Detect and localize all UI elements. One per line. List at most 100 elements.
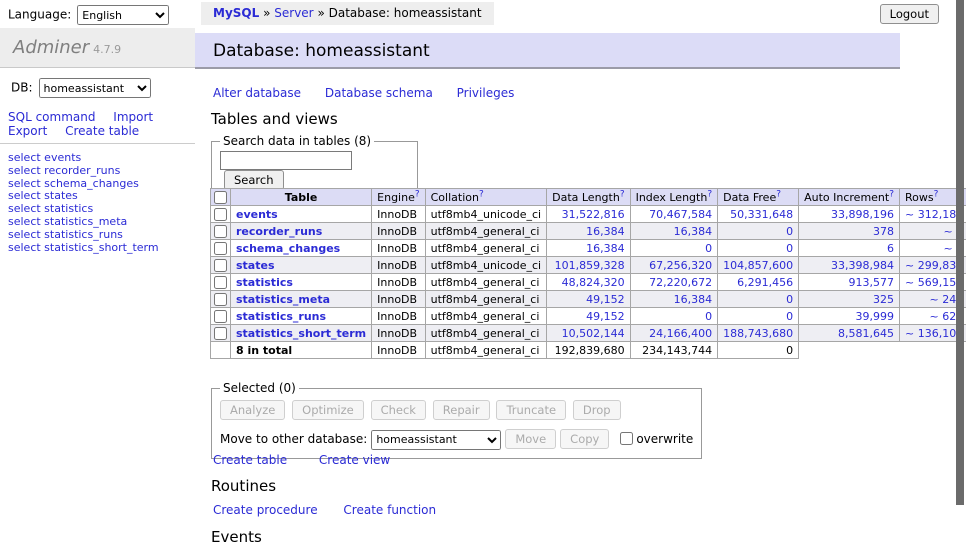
repair-button[interactable]: Repair bbox=[433, 400, 490, 420]
create-procedure-link[interactable]: Create procedure bbox=[213, 503, 318, 517]
index-length-value[interactable]: 67,256,320 bbox=[630, 257, 718, 274]
create-function-link[interactable]: Create function bbox=[343, 503, 436, 517]
table-name-link[interactable]: statistics_runs bbox=[236, 310, 326, 323]
table-name-link[interactable]: statistics_short_term bbox=[236, 327, 366, 340]
data-free-value[interactable]: 50,331,648 bbox=[718, 206, 799, 223]
row-checkbox[interactable] bbox=[214, 276, 227, 289]
search-input[interactable] bbox=[220, 151, 352, 170]
export-link[interactable]: Export bbox=[8, 124, 47, 138]
sidebar-select-schema-changes-link[interactable]: select schema_changes bbox=[8, 177, 139, 190]
privileges-link[interactable]: Privileges bbox=[457, 86, 515, 100]
auto-increment-value[interactable]: 378 bbox=[799, 223, 900, 240]
data-free-value[interactable]: 188,743,680 bbox=[718, 325, 799, 342]
data-free-value[interactable]: 0 bbox=[718, 308, 799, 325]
language-row: Language:English bbox=[8, 5, 169, 25]
auto-increment-value[interactable]: 913,577 bbox=[799, 274, 900, 291]
table-name-link[interactable]: statistics bbox=[236, 276, 293, 289]
db-select[interactable]: homeassistant bbox=[39, 78, 151, 98]
copy-button[interactable]: Copy bbox=[560, 429, 609, 449]
row-checkbox[interactable] bbox=[214, 293, 227, 306]
help-icon[interactable]: ? bbox=[707, 189, 712, 199]
column-header-engine: Engine? bbox=[372, 189, 425, 206]
selected-legend: Selected (0) bbox=[220, 381, 299, 395]
data-free-value[interactable]: 0 bbox=[718, 223, 799, 240]
analyze-button[interactable]: Analyze bbox=[220, 400, 285, 420]
table-total-row: 8 in total InnoDB utf8mb4_general_ci 192… bbox=[211, 342, 966, 359]
auto-increment-value[interactable]: 39,999 bbox=[799, 308, 900, 325]
auto-increment-value[interactable]: 8,581,645 bbox=[799, 325, 900, 342]
alter-database-link[interactable]: Alter database bbox=[213, 86, 301, 100]
sidebar-select-statistics-runs-link[interactable]: select statistics_runs bbox=[8, 228, 123, 241]
data-length-value[interactable]: 48,824,320 bbox=[547, 274, 630, 291]
index-length-value[interactable]: 0 bbox=[630, 240, 718, 257]
row-checkbox[interactable] bbox=[214, 259, 227, 272]
index-length-value[interactable]: 70,467,584 bbox=[630, 206, 718, 223]
database-schema-link[interactable]: Database schema bbox=[325, 86, 433, 100]
vertical-scrollbar-thumb[interactable] bbox=[956, 0, 964, 505]
table-name-link[interactable]: events bbox=[236, 208, 278, 221]
row-checkbox[interactable] bbox=[214, 310, 227, 323]
collation-cell: utf8mb4_general_ci bbox=[425, 274, 546, 291]
optimize-button[interactable]: Optimize bbox=[292, 400, 364, 420]
help-icon[interactable]: ? bbox=[415, 189, 420, 199]
drop-button[interactable]: Drop bbox=[573, 400, 621, 420]
help-icon[interactable]: ? bbox=[889, 189, 894, 199]
help-icon[interactable]: ? bbox=[479, 189, 484, 199]
data-length-value[interactable]: 31,522,816 bbox=[547, 206, 630, 223]
row-checkbox[interactable] bbox=[214, 242, 227, 255]
sidebar-select-events-link[interactable]: select events bbox=[8, 151, 81, 164]
create-table-sidebar-link[interactable]: Create table bbox=[65, 124, 139, 138]
row-checkbox[interactable] bbox=[214, 225, 227, 238]
index-length-value[interactable]: 0 bbox=[630, 308, 718, 325]
move-button[interactable]: Move bbox=[505, 429, 556, 449]
engine-cell: InnoDB bbox=[372, 325, 425, 342]
data-free-value[interactable]: 0 bbox=[718, 240, 799, 257]
select-all-checkbox[interactable] bbox=[214, 191, 227, 204]
sidebar-select-statistics-link[interactable]: select statistics bbox=[8, 202, 93, 215]
help-icon[interactable]: ? bbox=[934, 189, 939, 199]
index-length-value[interactable]: 24,166,400 bbox=[630, 325, 718, 342]
data-free-value[interactable]: 104,857,600 bbox=[718, 257, 799, 274]
table-name-link[interactable]: schema_changes bbox=[236, 242, 340, 255]
sidebar-select-recorder-runs-link[interactable]: select recorder_runs bbox=[8, 164, 120, 177]
table-name-link[interactable]: recorder_runs bbox=[236, 225, 322, 238]
sidebar-select-statistics-meta-link[interactable]: select statistics_meta bbox=[8, 215, 127, 228]
logout-button[interactable]: Logout bbox=[880, 4, 939, 24]
sidebar-select-states-link[interactable]: select states bbox=[8, 189, 78, 202]
data-length-value[interactable]: 10,502,144 bbox=[547, 325, 630, 342]
language-select[interactable]: English bbox=[77, 5, 169, 25]
data-free-value[interactable]: 6,291,456 bbox=[718, 274, 799, 291]
help-icon[interactable]: ? bbox=[620, 189, 625, 199]
adminer-logo-box: Adminer4.7.9 bbox=[0, 28, 195, 68]
create-view-link[interactable]: Create view bbox=[319, 453, 390, 467]
index-length-value[interactable]: 72,220,672 bbox=[630, 274, 718, 291]
table-name-link[interactable]: states bbox=[236, 259, 275, 272]
data-length-value[interactable]: 49,152 bbox=[547, 291, 630, 308]
row-checkbox[interactable] bbox=[214, 208, 227, 221]
truncate-button[interactable]: Truncate bbox=[496, 400, 566, 420]
data-free-value[interactable]: 0 bbox=[718, 291, 799, 308]
index-length-value[interactable]: 16,384 bbox=[630, 223, 718, 240]
breadcrumb-mysql-link[interactable]: MySQL bbox=[213, 6, 259, 20]
auto-increment-value[interactable]: 33,898,196 bbox=[799, 206, 900, 223]
auto-increment-value[interactable]: 325 bbox=[799, 291, 900, 308]
auto-increment-value[interactable]: 6 bbox=[799, 240, 900, 257]
data-length-value[interactable]: 16,384 bbox=[547, 223, 630, 240]
import-link[interactable]: Import bbox=[113, 110, 153, 124]
index-length-value[interactable]: 16,384 bbox=[630, 291, 718, 308]
data-length-value[interactable]: 101,859,328 bbox=[547, 257, 630, 274]
help-icon[interactable]: ? bbox=[776, 189, 781, 199]
overwrite-checkbox[interactable] bbox=[620, 432, 633, 445]
move-db-select[interactable]: homeassistant bbox=[371, 430, 501, 450]
sql-command-link[interactable]: SQL command bbox=[8, 110, 95, 124]
create-table-link[interactable]: Create table bbox=[213, 453, 287, 467]
auto-increment-value[interactable]: 33,398,984 bbox=[799, 257, 900, 274]
data-length-value[interactable]: 16,384 bbox=[547, 240, 630, 257]
sidebar-select-statistics-short-term-link[interactable]: select statistics_short_term bbox=[8, 241, 159, 254]
row-checkbox[interactable] bbox=[214, 327, 227, 340]
search-button[interactable]: Search bbox=[224, 170, 284, 190]
check-button[interactable]: Check bbox=[371, 400, 426, 420]
table-name-link[interactable]: statistics_meta bbox=[236, 293, 330, 306]
breadcrumb-server-link[interactable]: Server bbox=[274, 6, 313, 20]
data-length-value[interactable]: 49,152 bbox=[547, 308, 630, 325]
